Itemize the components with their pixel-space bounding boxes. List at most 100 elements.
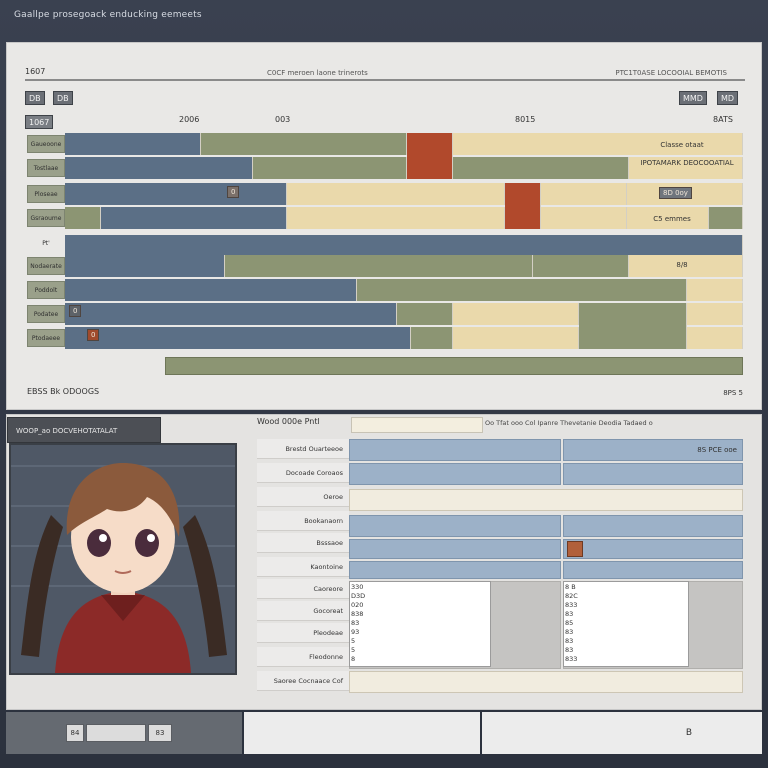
- timeline-segment[interactable]: [533, 255, 629, 277]
- status-button[interactable]: 84: [66, 724, 84, 742]
- row-label[interactable]: Podatee: [27, 305, 65, 323]
- list-box-left[interactable]: [349, 581, 491, 667]
- row-label[interactable]: Gsraoume: [27, 209, 65, 227]
- character-image: [11, 445, 235, 673]
- timeline-segment[interactable]: [65, 327, 411, 349]
- field-label: Docoade Coroaos: [257, 463, 349, 483]
- cell-text: Classe otaat: [660, 141, 704, 149]
- form-field[interactable]: [349, 439, 561, 461]
- cell-text: 8/8: [676, 261, 688, 269]
- status-bar-right: B: [482, 712, 762, 754]
- toolbar-button-left-2[interactable]: DB: [53, 91, 73, 105]
- marker-chip[interactable]: 0: [227, 186, 240, 198]
- form-field[interactable]: [349, 489, 743, 511]
- list-box-right[interactable]: [563, 581, 689, 667]
- status-button[interactable]: [86, 724, 146, 742]
- timeline-segment[interactable]: [65, 255, 225, 277]
- row-label[interactable]: Ptodaeee: [27, 329, 65, 347]
- form-field[interactable]: [563, 561, 743, 579]
- form-field[interactable]: [563, 463, 743, 485]
- toolbar-button-left-1[interactable]: DB: [25, 91, 45, 105]
- form-field[interactable]: [563, 515, 743, 537]
- timeline-segment[interactable]: [357, 279, 687, 301]
- timeline-segment[interactable]: [225, 255, 533, 277]
- field-label: Caoreore: [257, 579, 349, 599]
- list-box-left-items: 330 D3D 020 838 83 93 5 5 8: [351, 583, 366, 663]
- search-input[interactable]: [351, 417, 483, 433]
- corner-label: 1067: [25, 115, 54, 129]
- marker-chip[interactable]: 0: [69, 305, 82, 317]
- timeline-segment[interactable]: [65, 303, 397, 325]
- field-label: Pleodeae: [257, 623, 349, 643]
- timeline-segment[interactable]: [687, 327, 743, 349]
- form-field[interactable]: [563, 539, 743, 559]
- detail-panel: WOOP_ao DOCVEHOTATALAT Wood 000e Pntl Oo…: [6, 414, 762, 710]
- character-portrait: [9, 443, 237, 675]
- color-swatch-icon[interactable]: [567, 541, 583, 557]
- form-field[interactable]: [349, 515, 561, 537]
- column-label: 8015: [515, 115, 536, 124]
- toolbar-button-right-2[interactable]: MD: [717, 91, 739, 105]
- timeline-panel: 1607 C0CF meroen laone trinerots PTC1T0A…: [6, 42, 762, 410]
- toolbar-button-right-1[interactable]: MMD: [679, 91, 707, 105]
- timeline-segment[interactable]: [397, 303, 453, 325]
- field-label: Kaontoine: [257, 557, 349, 577]
- row-label[interactable]: Gaueoone: [27, 135, 65, 153]
- marker-chip[interactable]: 8D 0oy: [659, 187, 692, 199]
- timeline-segment[interactable]: [579, 303, 687, 349]
- timeline-segment[interactable]: [65, 235, 743, 255]
- timeline-segment[interactable]: [253, 157, 407, 179]
- timeline-segment[interactable]: [541, 207, 627, 229]
- timeline-segment-highlight[interactable]: [407, 133, 453, 179]
- header-left: 1607: [25, 67, 46, 76]
- timeline-segment[interactable]: [411, 327, 453, 349]
- marker-chip[interactable]: 0: [87, 329, 100, 341]
- footer-left: EBSS Bk ODOOGS: [27, 387, 100, 396]
- form-field[interactable]: [349, 463, 561, 485]
- footer-right: 8PS 5: [723, 389, 743, 397]
- form-field[interactable]: [349, 561, 561, 579]
- row-label[interactable]: Tostlaae: [27, 159, 65, 177]
- cell-text: IPOTAMARK DEOCOOATIAL: [640, 159, 734, 167]
- timeline-segment[interactable]: [287, 207, 505, 229]
- timeline-segment[interactable]: [201, 133, 407, 155]
- timeline-segment[interactable]: [65, 133, 201, 155]
- status-text: B: [685, 728, 692, 738]
- timeline-segment[interactable]: [101, 207, 287, 229]
- row-label[interactable]: Poddolt: [27, 281, 65, 299]
- horizontal-scrollbar[interactable]: [165, 357, 743, 375]
- timeline-segment[interactable]: [453, 157, 629, 179]
- list-box-right-items: 8 B 82C 833 83 85 83 83 83 833: [565, 583, 578, 663]
- status-bar: 84 83 B: [6, 712, 762, 754]
- timeline-segment[interactable]: [541, 183, 627, 205]
- column-label: 003: [275, 115, 291, 124]
- timeline-segment[interactable]: [453, 327, 579, 349]
- form-field[interactable]: [349, 671, 743, 693]
- column-label: 2006: [179, 115, 200, 124]
- timeline-segment[interactable]: [687, 303, 743, 325]
- status-button[interactable]: 83: [148, 724, 172, 742]
- avatar-tab[interactable]: WOOP_ao DOCVEHOTATALAT: [7, 417, 161, 443]
- timeline-segment[interactable]: [65, 157, 253, 179]
- cell-text: C5 emmes: [653, 215, 691, 223]
- timeline-segment[interactable]: [453, 303, 579, 325]
- timeline-segment-highlight[interactable]: [505, 183, 541, 229]
- field-label: Gocoreat: [257, 601, 349, 621]
- column-label: 8ATS: [713, 115, 733, 124]
- header-right: PTC1T0ASE LOCOOIAL BEMOTIS: [615, 69, 727, 77]
- timeline-segment[interactable]: [65, 207, 101, 229]
- form-field[interactable]: [349, 539, 561, 559]
- field-label: Brestd Ouarteeoe: [257, 439, 349, 459]
- timeline-segment[interactable]: [687, 279, 743, 301]
- timeline-segment[interactable]: [287, 183, 505, 205]
- timeline-segment[interactable]: [65, 183, 287, 205]
- timeline-segment[interactable]: [65, 279, 357, 301]
- app-title: Gaallpe prosegoack enducking eemeets: [14, 10, 202, 20]
- row-label[interactable]: Pt': [27, 235, 65, 253]
- form-heading: Wood 000e Pntl: [257, 417, 320, 426]
- row-label[interactable]: Nodaerate: [27, 257, 65, 275]
- timeline-header: 1607 C0CF meroen laone trinerots PTC1T0A…: [25, 67, 745, 81]
- field-label: Fleodonne: [257, 647, 349, 667]
- row-label[interactable]: Ploseae: [27, 185, 65, 203]
- timeline-segment[interactable]: [709, 207, 743, 229]
